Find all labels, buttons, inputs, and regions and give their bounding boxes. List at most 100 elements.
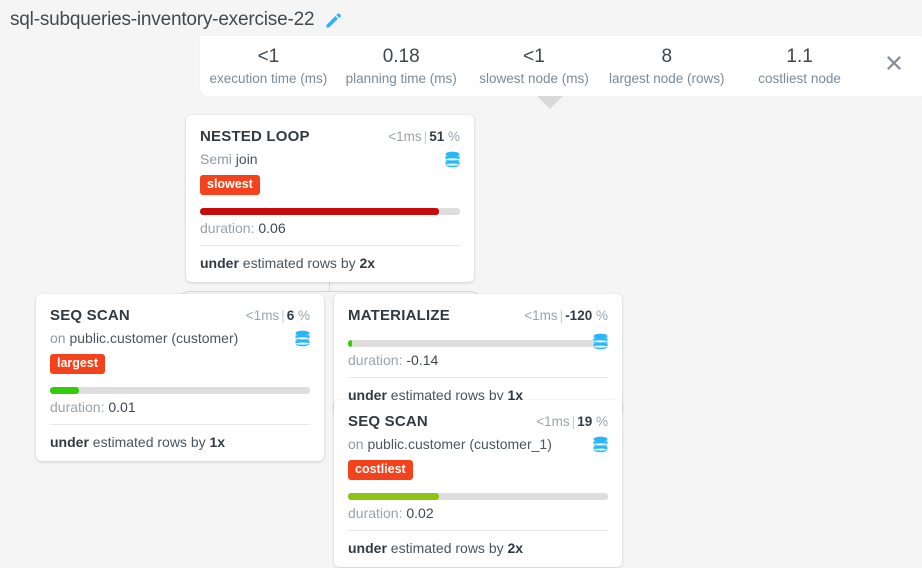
node-header: SEQ SCAN <1ms | 19 % <box>348 413 608 430</box>
status-badge: slowest <box>200 175 260 195</box>
node-metrics: <1ms | 19 % <box>536 414 608 429</box>
estimate-factor: 1x <box>209 433 226 450</box>
node-type-label: SEQ SCAN <box>348 413 428 430</box>
query-plan-diagram: NESTED LOOP <1ms | 51 % Semi join slowest <box>0 96 922 568</box>
duration-value: 0.06 <box>258 219 286 236</box>
duration-label: duration: <box>50 398 105 415</box>
node-badge-row: slowest <box>200 167 460 195</box>
title-bar: sql-subqueries-inventory-exercise-22 <box>10 4 343 36</box>
stat-label: planning time (ms) <box>345 70 457 86</box>
node-percent-unit: % <box>297 308 310 323</box>
stat-slowest-node: <1 slowest node (ms) <box>468 46 601 86</box>
duration-value: -0.14 <box>406 352 439 368</box>
duration-bar-track <box>348 492 608 500</box>
database-icon[interactable] <box>592 333 609 357</box>
estimate-text: estimated rows by <box>242 254 356 271</box>
duration-label: duration: <box>348 504 403 521</box>
node-body: MATERIALIZE <1ms | -120 % duration: -0.14 <box>334 294 622 368</box>
stat-execution-time: <1 execution time (ms) <box>202 46 335 86</box>
stats-list: <1 execution time (ms) 0.18 planning tim… <box>200 46 866 86</box>
estimate-direction: under <box>50 433 89 450</box>
node-header: MATERIALIZE <1ms | -120 % <box>348 307 608 324</box>
estimate-direction: under <box>200 254 239 271</box>
node-subtitle: on public.customer (customer_1) <box>348 436 608 452</box>
stat-value: 1.1 <box>786 45 813 67</box>
stat-label: costliest node <box>758 70 841 86</box>
row-estimate: under estimated rows by 1x <box>50 423 310 461</box>
node-type-label: NESTED LOOP <box>200 128 310 145</box>
status-badge: largest <box>50 354 105 374</box>
close-icon <box>884 53 904 78</box>
duration-label: duration: <box>348 352 403 368</box>
node-type-label: MATERIALIZE <box>348 307 450 324</box>
duration-text: duration: 0.02 <box>348 505 608 521</box>
node-type-label: SEQ SCAN <box>50 307 130 324</box>
stat-planning-time: 0.18 planning time (ms) <box>335 46 468 86</box>
node-percent: 51 <box>429 129 445 144</box>
node-body: NESTED LOOP <1ms | 51 % Semi join slowest <box>186 115 474 236</box>
node-time: <1ms <box>536 414 570 429</box>
node-percent-unit: % <box>595 308 608 323</box>
database-icon[interactable] <box>294 330 311 354</box>
summary-stats-panel: <1 execution time (ms) 0.18 planning tim… <box>200 36 922 96</box>
node-subtitle-rest: public.customer (customer_1) <box>367 436 552 452</box>
node-body: SEQ SCAN <1ms | 6 % on public.customer (cu… <box>36 294 324 415</box>
duration-text: duration: 0.06 <box>200 220 460 236</box>
node-percent: 19 <box>577 414 593 429</box>
database-icon[interactable] <box>444 151 461 175</box>
node-subtitle-prefix: on <box>348 436 364 452</box>
estimate-factor: 2x <box>359 254 376 271</box>
duration-bar-fill <box>348 340 353 347</box>
estimate-factor: 2x <box>507 539 524 556</box>
duration-bar-fill <box>200 207 440 215</box>
metric-separator: | <box>281 308 285 323</box>
node-subtitle-rest: public.customer (customer) <box>69 330 239 346</box>
node-subtitle-prefix: Semi <box>200 151 232 167</box>
node-time: <1ms <box>245 308 280 323</box>
duration-text: duration: -0.14 <box>348 352 608 368</box>
page-title: sql-subqueries-inventory-exercise-22 <box>10 9 315 30</box>
stat-costliest-node: 1.1 costliest node <box>733 46 866 86</box>
row-estimate: under estimated rows by 2x <box>348 529 608 567</box>
node-metrics: <1ms | -120 % <box>524 308 608 323</box>
node-body: SEQ SCAN <1ms | 19 % on public.customer (c… <box>334 400 622 521</box>
node-time: <1ms <box>388 129 422 144</box>
plan-node-materialize[interactable]: MATERIALIZE <1ms | -120 % duration: -0.14 <box>334 294 622 414</box>
node-percent-unit: % <box>447 129 460 144</box>
node-header: NESTED LOOP <1ms | 51 % <box>200 128 460 145</box>
node-header: SEQ SCAN <1ms | 6 % <box>50 307 310 324</box>
node-subtitle-rest: join <box>235 151 258 167</box>
node-time: <1ms <box>524 308 558 323</box>
estimate-text: estimated rows by <box>92 433 206 450</box>
node-badge-row: costliest <box>348 452 608 480</box>
node-metrics: <1ms | 51 % <box>388 129 460 144</box>
duration-bar-track <box>200 207 460 215</box>
database-icon[interactable] <box>592 436 609 460</box>
stat-label: slowest node (ms) <box>479 70 589 86</box>
duration-bar-fill <box>50 386 79 394</box>
pencil-icon[interactable] <box>324 11 343 30</box>
node-percent: 6 <box>286 308 295 323</box>
stat-value: 0.18 <box>382 45 420 67</box>
duration-value: 0.01 <box>108 398 136 415</box>
plan-node-nested-loop[interactable]: NESTED LOOP <1ms | 51 % Semi join slowest <box>186 115 474 282</box>
plan-node-seq-scan-left[interactable]: SEQ SCAN <1ms | 6 % on public.customer (cu… <box>36 294 324 461</box>
stat-value: <1 <box>523 45 545 67</box>
duration-text: duration: 0.01 <box>50 399 310 415</box>
node-metrics: <1ms | 6 % <box>246 308 310 323</box>
node-percent: -120 <box>565 308 593 323</box>
duration-label: duration: <box>200 219 255 236</box>
node-subtitle-prefix: on <box>50 330 66 346</box>
estimate-direction: under <box>348 539 387 556</box>
stat-value: <1 <box>257 45 280 67</box>
row-estimate: under estimated rows by 2x <box>200 244 460 282</box>
node-subtitle: on public.customer (customer) <box>50 330 310 346</box>
close-button[interactable] <box>866 53 922 80</box>
node-badge-row: largest <box>50 346 310 374</box>
plan-node-seq-scan-bottom[interactable]: SEQ SCAN <1ms | 19 % on public.customer (c… <box>334 400 622 567</box>
duration-bar-track <box>50 386 310 394</box>
duration-bar-track <box>348 340 608 347</box>
estimate-text: estimated rows by <box>390 539 504 556</box>
duration-bar-fill <box>348 492 439 500</box>
stat-largest-node: 8 largest node (rows) <box>600 46 733 86</box>
